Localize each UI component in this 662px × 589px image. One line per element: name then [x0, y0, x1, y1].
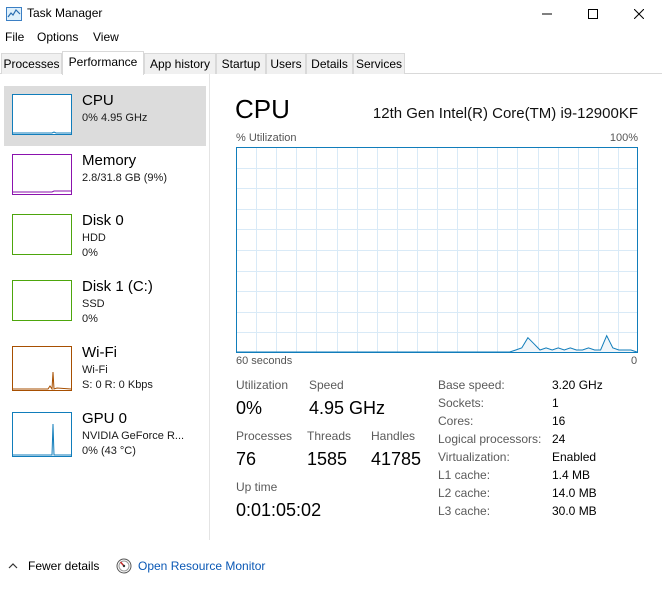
open-resource-monitor-link[interactable]: Open Resource Monitor	[116, 556, 265, 576]
sidebar-item-disk-1[interactable]: Disk 1 (C:) SSD 0%	[4, 272, 206, 332]
task-manager-icon	[6, 7, 22, 21]
sidebar-item-label: CPU	[82, 92, 114, 109]
cpu-thumbnail-graph	[12, 94, 72, 135]
speed-value: 4.95 GHz	[309, 398, 386, 418]
minimize-icon	[542, 13, 552, 15]
sidebar-item-detail-2: 0%	[82, 247, 98, 259]
resource-monitor-icon	[116, 558, 132, 574]
menu-options[interactable]: Options	[37, 30, 78, 44]
menu-file[interactable]: File	[5, 30, 24, 44]
disk0-thumbnail-graph	[12, 214, 72, 255]
tab-performance[interactable]: Performance	[62, 51, 144, 75]
title-bar[interactable]: Task Manager	[0, 0, 662, 28]
spec-l3-cache-label: L3 cache:	[438, 504, 491, 518]
graph-time-label: 60 seconds	[236, 355, 293, 367]
spec-sockets-value: 1	[552, 396, 559, 410]
spec-l3-cache-value: 30.0 MB	[552, 504, 597, 518]
graph-label: % Utilization	[236, 132, 297, 144]
handles-label: Handles	[371, 429, 416, 443]
spec-l2-cache-value: 14.0 MB	[552, 486, 597, 500]
sidebar-item-label: Memory	[82, 152, 137, 169]
spec-l1-cache-value: 1.4 MB	[552, 468, 591, 482]
tab-bar: Processes Performance App history Startu…	[0, 51, 662, 75]
sidebar-item-label: GPU 0	[82, 410, 128, 427]
sidebar-item-detail: SSD	[82, 298, 105, 310]
close-button[interactable]	[616, 0, 662, 28]
sidebar-item-detail: NVIDIA GeForce R...	[82, 430, 185, 442]
tab-users[interactable]: Users	[266, 53, 306, 74]
sidebar-item-detail: Wi-Fi	[82, 364, 108, 376]
utilization-value: 0%	[236, 398, 263, 418]
sidebar-item-disk-0[interactable]: Disk 0 HDD 0%	[4, 206, 206, 266]
disk1-thumbnail-graph	[12, 280, 72, 321]
sidebar-item-detail-2: S: 0 R: 0 Kbps	[82, 379, 153, 391]
spec-virtualization-label: Virtualization:	[438, 450, 510, 464]
performance-sidebar: CPU 0% 4.95 GHz Memory 2.8/31.8 GB (9%) …	[0, 74, 210, 540]
spec-l2-cache-label: L2 cache:	[438, 486, 491, 500]
spec-cores-value: 16	[552, 414, 566, 428]
spec-l1-cache-label: L1 cache:	[438, 468, 491, 482]
sidebar-item-memory[interactable]: Memory 2.8/31.8 GB (9%)	[4, 146, 206, 206]
handles-value: 41785	[371, 449, 422, 469]
tab-services[interactable]: Services	[353, 53, 405, 74]
maximize-icon	[588, 9, 598, 19]
spec-sockets-label: Sockets:	[438, 396, 485, 410]
tab-processes[interactable]: Processes	[1, 53, 62, 74]
chevron-up-icon	[8, 563, 18, 569]
processes-label: Processes	[236, 429, 293, 443]
fewer-details-label: Fewer details	[28, 559, 100, 573]
close-icon	[634, 9, 644, 19]
graph-zero-label: 0	[631, 355, 638, 367]
spec-virtualization-value: Enabled	[552, 450, 597, 464]
sidebar-item-detail: 0% 4.95 GHz	[82, 112, 148, 124]
sidebar-item-detail: HDD	[82, 232, 106, 244]
cpu-model-name: 12th Gen Intel(R) Core(TM) i9-12900KF	[372, 105, 638, 122]
memory-thumbnail-graph	[12, 154, 72, 195]
uptime-value: 0:01:05:02	[236, 500, 322, 520]
page-title: CPU	[235, 94, 290, 124]
threads-label: Threads	[307, 429, 352, 443]
fewer-details-button[interactable]: Fewer details	[8, 556, 99, 576]
graph-max-label: 100%	[609, 132, 638, 144]
sidebar-item-gpu-0[interactable]: GPU 0 NVIDIA GeForce R... 0% (43 °C)	[4, 404, 206, 464]
sidebar-item-detail-2: 0%	[82, 313, 98, 325]
tab-app-history[interactable]: App history	[144, 53, 216, 74]
spec-base-speed-label: Base speed:	[438, 378, 505, 392]
sidebar-item-detail-2: 0% (43 °C)	[82, 445, 136, 457]
spec-base-speed-value: 3.20 GHz	[552, 378, 603, 392]
sidebar-item-label: Wi-Fi	[82, 344, 117, 361]
utilization-label: Utilization	[236, 378, 289, 392]
uptime-label: Up time	[236, 480, 278, 494]
threads-value: 1585	[307, 449, 348, 469]
sidebar-item-wifi[interactable]: Wi-Fi Wi-Fi S: 0 R: 0 Kbps	[4, 338, 206, 398]
spec-cores-label: Cores:	[438, 414, 474, 428]
minimize-button[interactable]	[524, 0, 570, 28]
window-title: Task Manager	[27, 6, 103, 20]
maximize-button[interactable]	[570, 0, 616, 28]
menu-view[interactable]: View	[93, 30, 119, 44]
sidebar-item-label: Disk 0	[82, 212, 124, 229]
speed-label: Speed	[309, 378, 344, 392]
tab-details[interactable]: Details	[306, 53, 353, 74]
spec-logical-processors-label: Logical processors:	[438, 432, 542, 446]
processes-value: 76	[236, 449, 257, 469]
sidebar-item-label: Disk 1 (C:)	[82, 278, 153, 295]
sidebar-item-cpu[interactable]: CPU 0% 4.95 GHz	[4, 86, 206, 146]
tab-startup[interactable]: Startup	[216, 53, 266, 74]
wifi-thumbnail-graph	[12, 346, 72, 391]
footer-bar: Fewer details Open Resource Monitor	[0, 548, 662, 584]
spec-logical-processors-value: 24	[552, 432, 566, 446]
gpu-thumbnail-graph	[12, 412, 72, 457]
cpu-utilization-graph	[236, 147, 638, 353]
sidebar-item-detail: 2.8/31.8 GB (9%)	[82, 172, 167, 184]
open-resource-monitor-label: Open Resource Monitor	[138, 559, 266, 573]
